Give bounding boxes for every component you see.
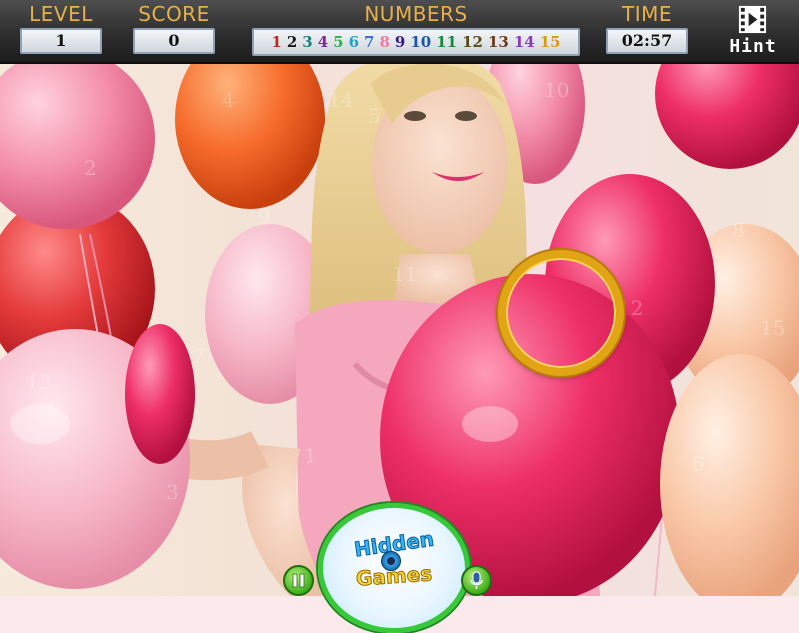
numbers-item-3: 3 xyxy=(302,33,313,51)
numbers-item-12: 12 xyxy=(462,33,483,51)
logo-line-2: Games xyxy=(355,561,434,591)
hidden-number[interactable]: 7 xyxy=(192,344,205,368)
hidden-number[interactable]: 13 xyxy=(26,370,51,394)
hidden-number[interactable]: 4 xyxy=(222,88,235,112)
magnifier-ring[interactable] xyxy=(498,250,624,376)
hidden-number[interactable]: 6 xyxy=(692,452,705,476)
hidden-number[interactable]: 11 xyxy=(392,262,417,286)
numbers-label: NUMBERS xyxy=(364,2,468,26)
hidden-number[interactable]: 9 xyxy=(258,204,271,228)
numbers-item-10: 10 xyxy=(410,33,432,51)
film-clapper-icon xyxy=(738,5,767,34)
hidden-number[interactable]: 2 xyxy=(84,156,97,180)
hidden-games-logo[interactable]: Hidden Games xyxy=(318,503,470,633)
time-label: TIME xyxy=(621,2,672,26)
numbers-tracker: 1 2 3 4 5 6 7 8 9 10 11 12 13 14 15 xyxy=(252,28,580,56)
numbers-item-1: 1 xyxy=(271,33,282,51)
level-label: LEVEL xyxy=(29,2,93,26)
numbers-item-4: 4 xyxy=(317,33,329,51)
numbers-item-14: 14 xyxy=(513,33,535,51)
numbers-item-11: 11 xyxy=(436,33,458,51)
pause-button[interactable] xyxy=(283,565,314,596)
numbers-item-15: 15 xyxy=(539,33,561,51)
numbers-item-7: 7 xyxy=(364,33,375,51)
hidden-number[interactable]: 10 xyxy=(544,78,569,102)
score-value: 0 xyxy=(133,28,215,54)
top-hud: LEVEL 1 SCORE 0 NUMBERS 1 2 3 4 5 6 7 8 9 10 11 12 1… xyxy=(0,0,799,64)
hint-button[interactable]: Hint xyxy=(722,3,784,61)
hidden-number[interactable]: 8 xyxy=(732,218,745,242)
numbers-item-13: 13 xyxy=(487,33,509,51)
hidden-number[interactable]: 5 xyxy=(368,104,381,128)
numbers-item-8: 8 xyxy=(379,33,390,51)
score-label: SCORE xyxy=(138,2,210,26)
time-value: 02:57 xyxy=(606,28,688,54)
hidden-number[interactable]: 15 xyxy=(760,316,785,340)
hidden-number[interactable]: 1 xyxy=(304,444,317,468)
pause-icon xyxy=(292,573,305,588)
numbers-item-6: 6 xyxy=(348,33,360,51)
hint-label: Hint xyxy=(729,36,777,57)
numbers-item-9: 9 xyxy=(394,33,406,51)
level-value: 1 xyxy=(20,28,102,54)
microphone-icon xyxy=(470,571,483,589)
numbers-item-2: 2 xyxy=(286,33,298,51)
hidden-number[interactable]: 3 xyxy=(166,480,179,504)
numbers-item-5: 5 xyxy=(333,33,344,51)
hidden-number[interactable]: 14 xyxy=(328,88,353,112)
sound-button[interactable] xyxy=(461,565,492,596)
